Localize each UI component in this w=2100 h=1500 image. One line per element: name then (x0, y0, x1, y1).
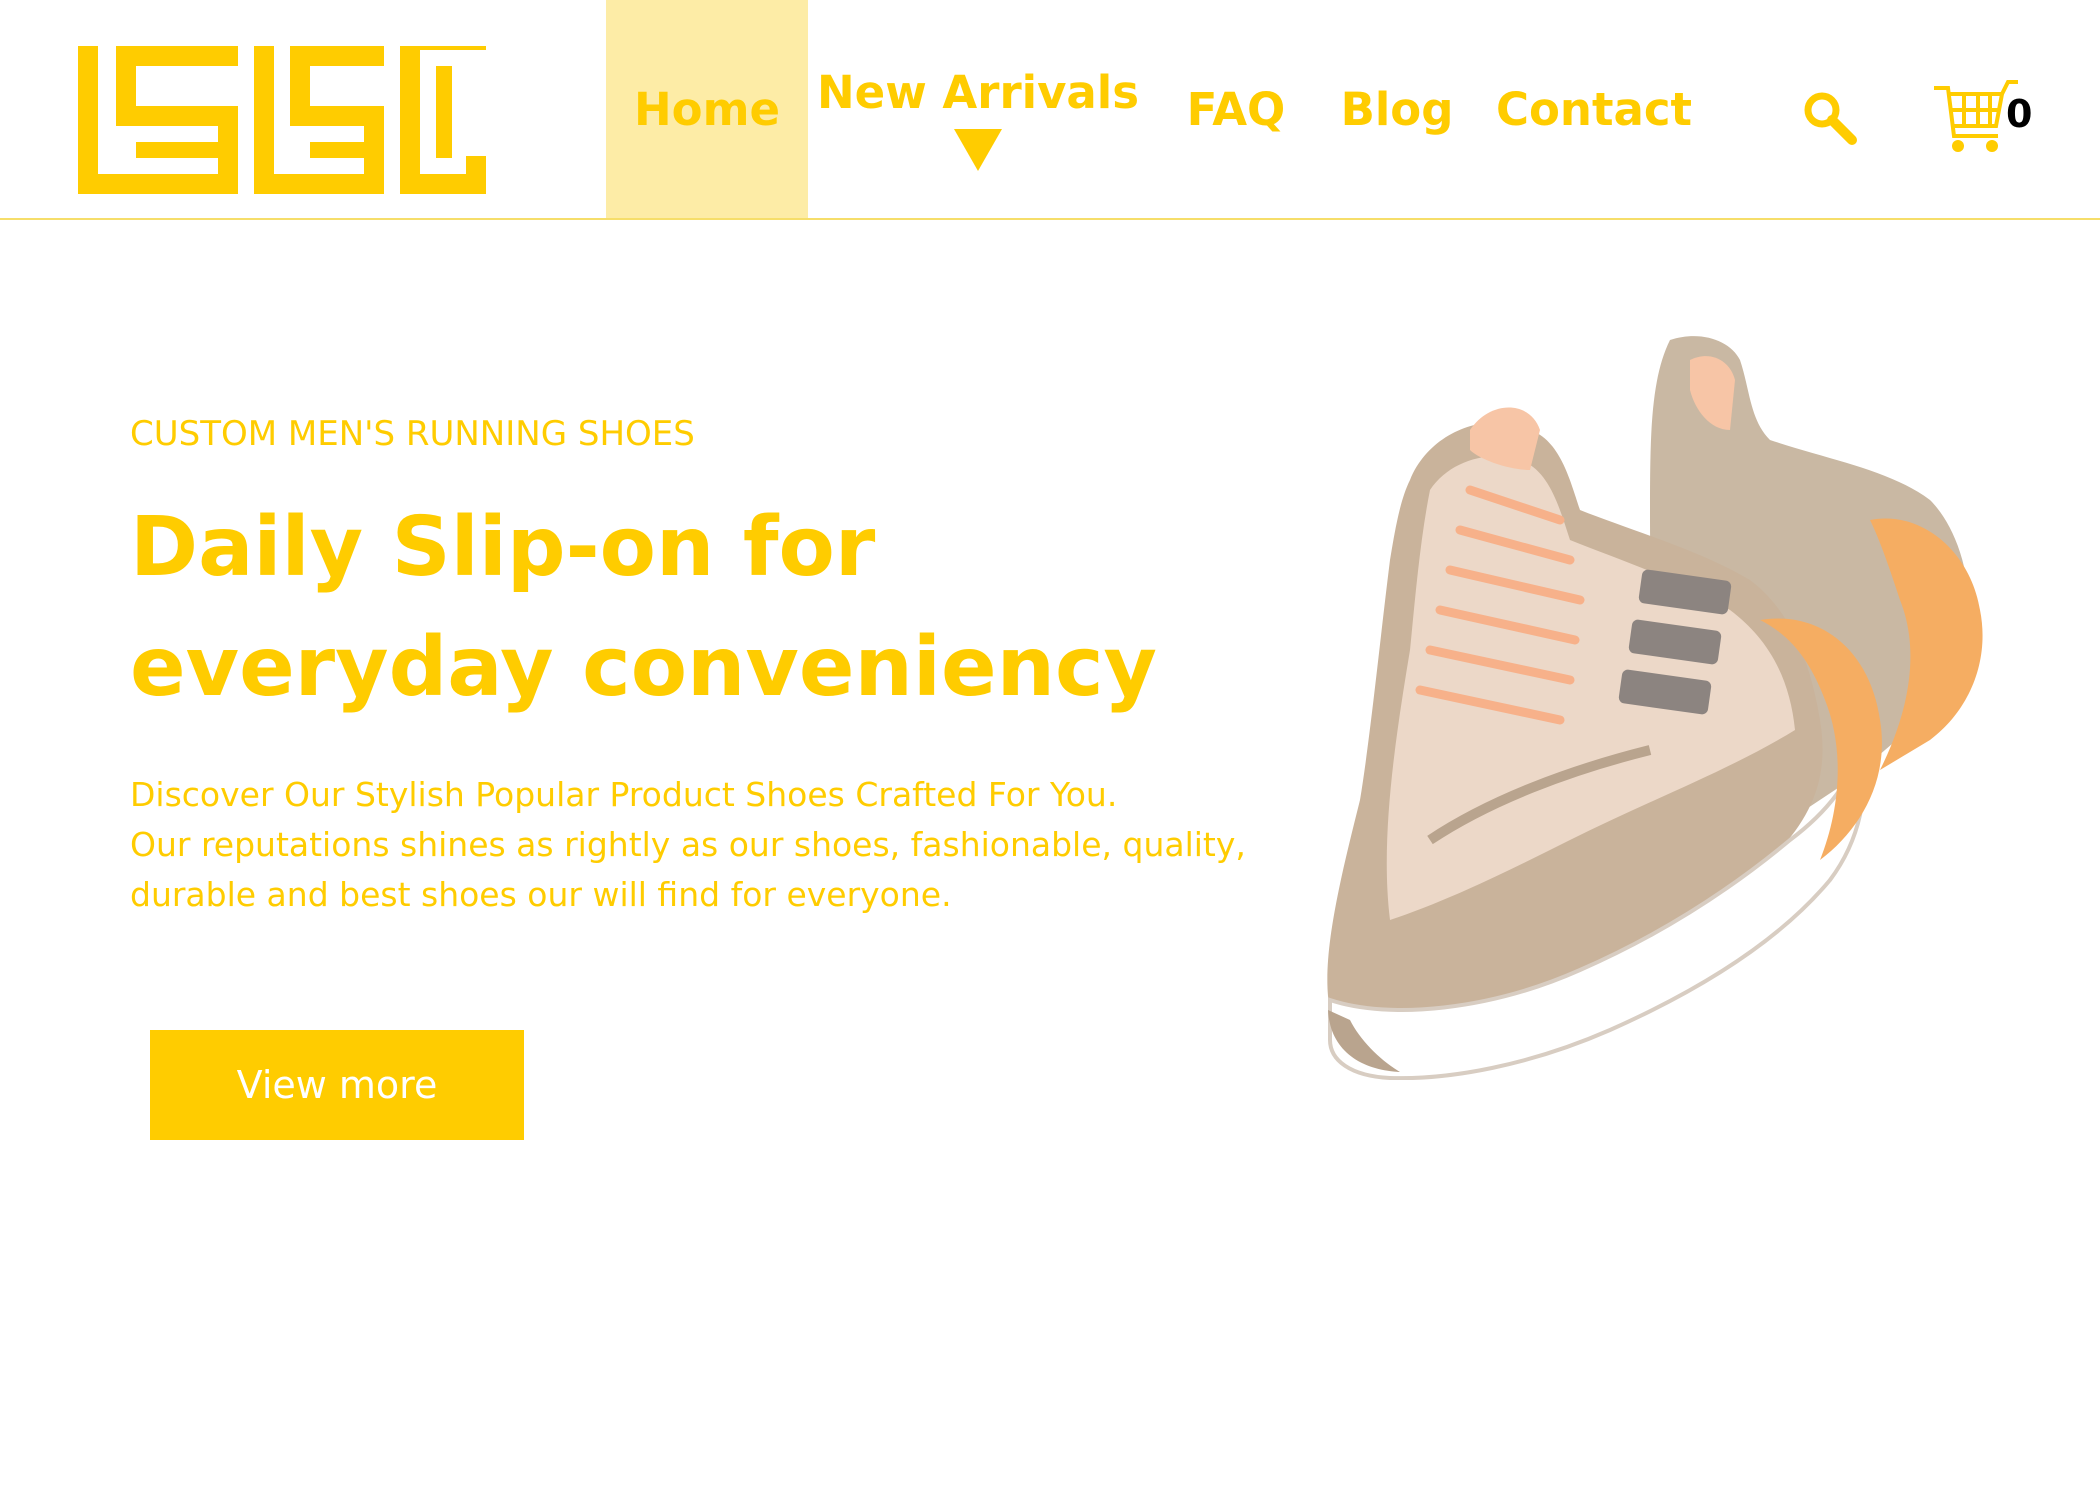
nav-home[interactable]: Home (606, 0, 808, 218)
nav-home-label: Home (634, 82, 780, 136)
hero-headline-line1: Daily Slip-on for (130, 500, 876, 595)
site-header: Home New Arrivals FAQ Blog Contact 0 (0, 0, 2100, 220)
nav-new-arrivals[interactable]: New Arrivals (817, 0, 1139, 218)
nav-blog-label: Blog (1340, 82, 1454, 136)
nav-contact[interactable]: Contact (1496, 0, 1692, 218)
running-shoe-image (1327, 336, 1983, 1080)
hero-headline-line2: everyday conveniency (130, 620, 1158, 715)
hero-description-line1: Discover Our Stylish Popular Product Sho… (130, 775, 1118, 814)
caret-down-icon[interactable] (954, 128, 1002, 171)
hero-description-line2: Our reputations shines as rightly as our… (130, 825, 1246, 864)
hero-description: Discover Our Stylish Popular Product Sho… (130, 770, 1250, 920)
search-icon[interactable] (1800, 88, 1860, 148)
view-more-button[interactable]: View more (150, 1030, 524, 1140)
nav-contact-label: Contact (1495, 82, 1693, 136)
cart-count-badge: 0 (2006, 92, 2033, 136)
hero-description-line3: durable and best shoes our will find for… (130, 875, 952, 914)
hero-eyebrow: CUSTOM MEN'S RUNNING SHOES (130, 414, 695, 454)
brand-logo-icon[interactable] (78, 46, 486, 194)
hero-headline: Daily Slip-on for everyday conveniency (130, 488, 1158, 728)
nav-blog[interactable]: Blog (1341, 0, 1454, 218)
nav-faq-label: FAQ (1186, 82, 1286, 136)
nav-faq[interactable]: FAQ (1186, 0, 1286, 218)
landing-page: Home New Arrivals FAQ Blog Contact 0 CUS… (0, 0, 2100, 1500)
nav-new-arrivals-label: New Arrivals (817, 65, 1139, 119)
